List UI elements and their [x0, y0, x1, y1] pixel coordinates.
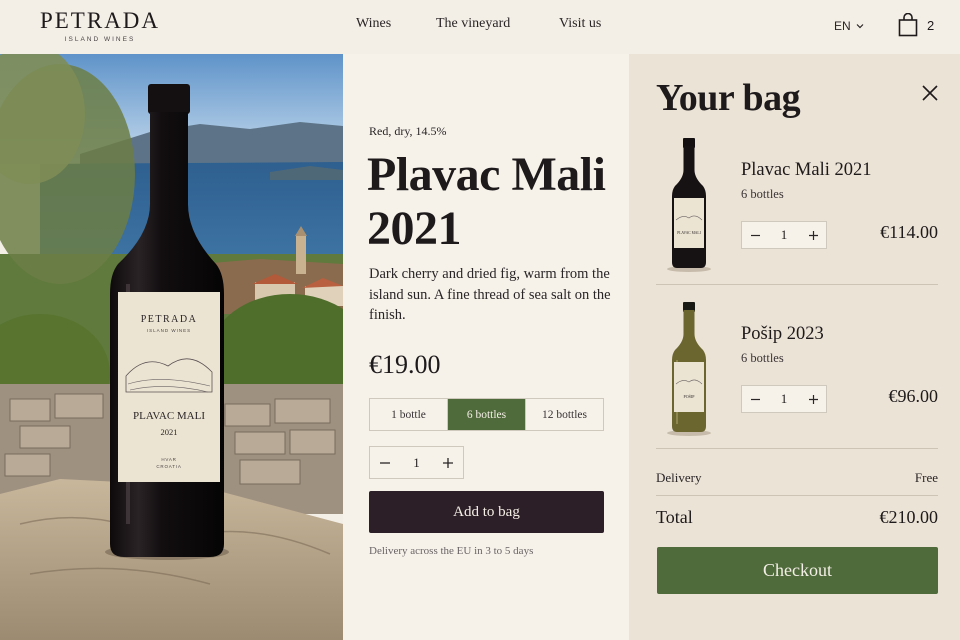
bag-item-increase-button[interactable]	[800, 222, 826, 248]
bag-button[interactable]: 2	[898, 13, 934, 37]
product-details: Red, dry, 14.5% Plavac Mali 2021 Dark ch…	[343, 54, 629, 640]
product-meta: Red, dry, 14.5%	[369, 124, 447, 138]
bottle-label-origin-2: CROATIA	[156, 464, 181, 469]
size-option-6-bottles[interactable]: 6 bottles	[448, 399, 526, 430]
product-title: Plavac Mali 2021	[367, 148, 627, 256]
bag-item-quantity[interactable]: 1	[768, 391, 800, 407]
bag-item-image: POŠIP	[667, 302, 711, 436]
bag-item-image: PLAVAC MALI	[667, 138, 711, 272]
bag-item-name[interactable]: Plavac Mali 2021	[741, 160, 872, 181]
close-bag-button[interactable]	[921, 84, 939, 107]
bag-item-price: €96.00	[888, 386, 939, 406]
bottle-label-name: PLAVAC MALI	[133, 410, 205, 422]
bag-item-name[interactable]: Pošip 2023	[741, 324, 824, 345]
bag-panel: Your bag PLAVAC MALI Plavac Mali 2021 6 …	[629, 54, 960, 640]
product-description: Dark cherry and dried fig, warm from the…	[369, 266, 611, 323]
product-price: €19.00	[369, 350, 441, 379]
minus-icon	[750, 234, 760, 236]
brand-logo[interactable]: PETRADA ISLAND WINES	[30, 8, 170, 43]
bag-item-quantity[interactable]: 1	[768, 227, 800, 243]
size-option-1-bottle[interactable]: 1 bottle	[370, 399, 448, 430]
quantity-stepper: 1	[369, 446, 464, 479]
shopping-bag-icon	[898, 13, 918, 37]
bottle-label-tagline: ISLAND WINES	[147, 328, 191, 333]
product-title-year: 2021	[367, 202, 462, 255]
bottle-label-year: 2021	[161, 427, 178, 437]
nav-link-visit[interactable]: Visit us	[559, 16, 601, 32]
bottle-label-origin-1: HVAR	[161, 457, 176, 462]
plus-icon	[808, 230, 818, 240]
total-label: Total	[656, 507, 693, 527]
close-icon	[922, 85, 938, 101]
minus-icon	[750, 398, 760, 400]
brand-tagline: ISLAND WINES	[64, 36, 136, 43]
bag-item-pack: 6 bottles	[741, 351, 784, 365]
delivery-row: Delivery Free	[656, 470, 938, 486]
language-selector[interactable]: EN	[834, 19, 864, 33]
bag-item-quantity-stepper: 1	[741, 385, 827, 413]
language-label: EN	[834, 19, 851, 33]
nav-link-vineyard[interactable]: The vineyard	[436, 16, 510, 32]
bag-item-decrease-button[interactable]	[742, 222, 768, 248]
plus-icon	[443, 457, 453, 468]
bag-item: POŠIP Pošip 2023 6 bottles 1 €96.00	[629, 296, 960, 456]
chevron-down-icon	[856, 24, 864, 29]
bag-item-increase-button[interactable]	[800, 386, 826, 412]
nav-link-wines[interactable]: Wines	[356, 16, 391, 32]
divider	[656, 495, 938, 496]
divider	[656, 284, 938, 285]
hero-image: PETRADA ISLAND WINES PLAVAC MALI 2021 HV…	[0, 54, 343, 640]
bag-item: PLAVAC MALI Plavac Mali 2021 6 bottles 1…	[629, 132, 960, 292]
bag-item-label-text: POŠIP	[684, 394, 696, 399]
bag-item-decrease-button[interactable]	[742, 386, 768, 412]
pack-size-selector: 1 bottle 6 bottles 12 bottles	[369, 398, 604, 431]
add-to-bag-button[interactable]: Add to bag	[369, 491, 604, 533]
bag-item-label-text: PLAVAC MALI	[677, 231, 701, 235]
checkout-button[interactable]: Checkout	[657, 547, 938, 594]
product-title-name: Plavac Mali	[367, 148, 606, 201]
bag-item-pack: 6 bottles	[741, 187, 784, 201]
delivery-note: Delivery across the EU in 3 to 5 days	[369, 545, 534, 557]
delivery-value: Free	[914, 470, 938, 485]
bag-item-quantity-stepper: 1	[741, 221, 827, 249]
bag-count-badge: 2	[927, 17, 935, 33]
increase-quantity-button[interactable]	[433, 447, 463, 478]
quantity-value[interactable]: 1	[400, 455, 433, 471]
site-header: PETRADA ISLAND WINES Wines The vineyard …	[0, 0, 960, 54]
bag-item-price: €114.00	[880, 222, 938, 242]
delivery-label: Delivery	[656, 470, 702, 485]
total-row: Total €210.00	[656, 507, 938, 528]
total-value: €210.00	[879, 507, 939, 527]
bottle-label-brand: PETRADA	[141, 314, 198, 325]
minus-icon	[380, 461, 390, 464]
bag-title: Your bag	[656, 77, 801, 119]
plus-icon	[808, 394, 818, 404]
size-option-12-bottles[interactable]: 12 bottles	[526, 399, 603, 430]
decrease-quantity-button[interactable]	[370, 447, 400, 478]
divider	[656, 448, 938, 449]
brand-name: PETRADA	[39, 8, 161, 33]
